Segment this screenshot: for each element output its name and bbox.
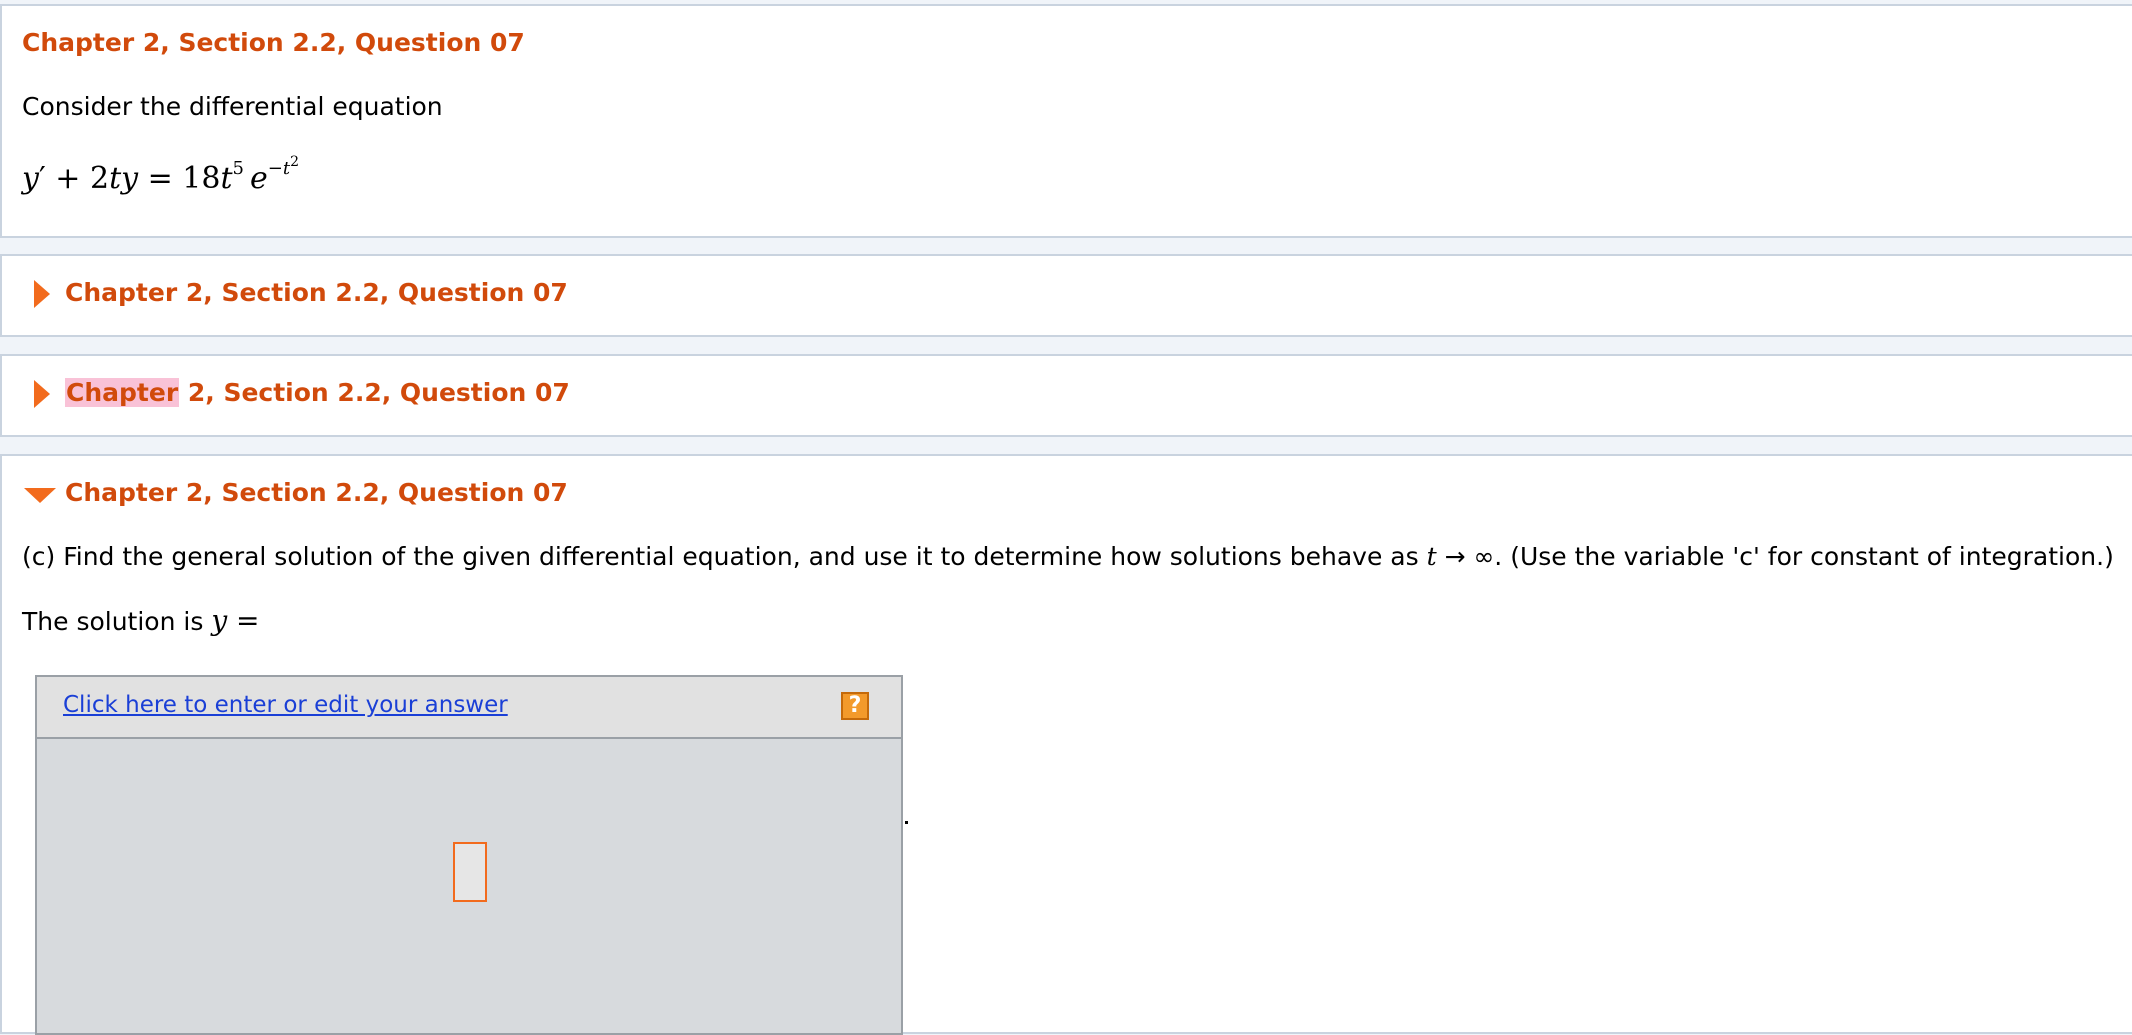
panel-heading: Chapter 2, Section 2.2, Question 07: [22, 28, 525, 57]
eq-t-exponent: 5: [232, 158, 244, 179]
solution-prompt: The solution is y =: [22, 604, 260, 637]
answer-toolbar: Click here to enter or edit your answer …: [37, 677, 901, 739]
eq-e-exponent: −t2: [267, 154, 299, 179]
help-question-icon[interactable]: ?: [841, 692, 869, 720]
eq-t: t: [220, 161, 233, 196]
collapsed-section-panel[interactable]: Chapter 2, Section 2.2, Question 07: [0, 354, 2132, 437]
section-heading-toggle[interactable]: Chapter 2, Section 2.2, Question 07: [65, 478, 568, 507]
problem-statement-panel: Chapter 2, Section 2.2, Question 07 Cons…: [0, 4, 2132, 238]
triangle-right-icon[interactable]: [34, 280, 50, 308]
eq-plus: + 2: [45, 161, 110, 196]
collapsed-section-panel[interactable]: Chapter 2, Section 2.2, Question 07: [0, 254, 2132, 337]
answer-entry-box[interactable]: Click here to enter or edit your answer …: [35, 675, 903, 1035]
triangle-right-icon[interactable]: [34, 380, 50, 408]
answer-input-placeholder[interactable]: [453, 842, 487, 902]
expanded-section-panel: Chapter 2, Section 2.2, Question 07 (c) …: [0, 454, 2132, 1035]
trailing-period: [905, 821, 908, 824]
differential-equation: y′ + 2ty = 18t5 e−t2: [22, 154, 299, 196]
eq-prime: ′: [38, 161, 46, 196]
triangle-down-icon[interactable]: [24, 488, 56, 503]
section-heading-toggle[interactable]: Chapter 2, Section 2.2, Question 07: [65, 278, 568, 307]
highlighted-word: Chapter: [65, 378, 180, 407]
edit-answer-link[interactable]: Click here to enter or edit your answer: [63, 692, 508, 718]
heading-rest: 2, Section 2.2, Question 07: [179, 378, 570, 407]
intro-text: Consider the differential equation: [22, 92, 443, 121]
eq-ty: ty: [109, 161, 139, 196]
section-heading-toggle[interactable]: Chapter 2, Section 2.2, Question 07: [65, 378, 570, 407]
eq-e: e: [249, 161, 268, 196]
question-text: (c) Find the general solution of the giv…: [22, 542, 2114, 571]
eq-equals: = 18: [138, 161, 221, 196]
eq-y: y: [22, 161, 39, 196]
